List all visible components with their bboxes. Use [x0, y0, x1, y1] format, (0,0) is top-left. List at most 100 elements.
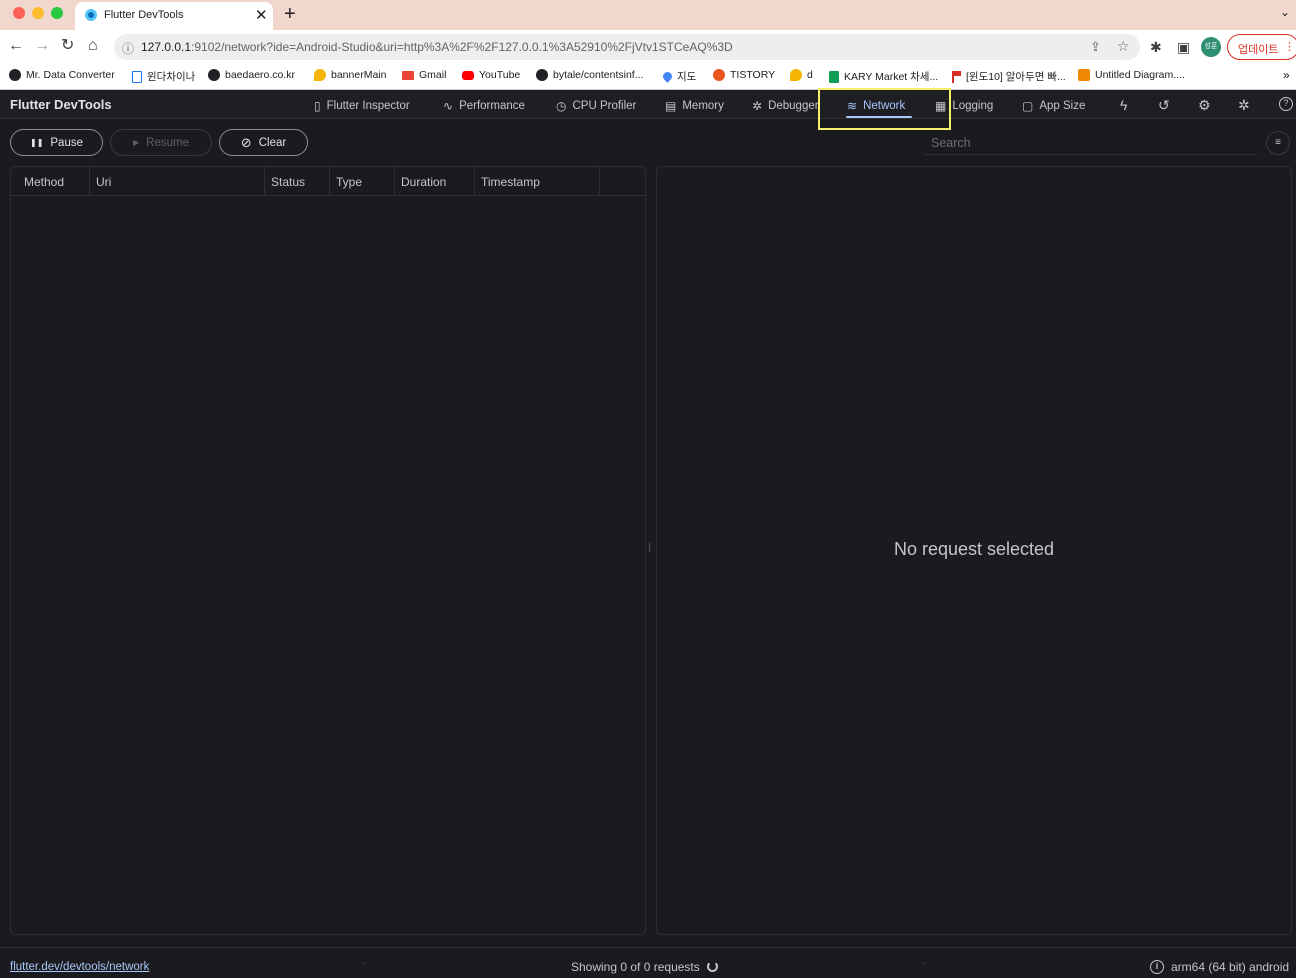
- tab-search-chevron-icon[interactable]: ⌄: [1280, 5, 1290, 19]
- help-icon[interactable]: ?: [1279, 97, 1293, 111]
- minimize-window-button[interactable]: [32, 7, 44, 19]
- hot-reload-icon[interactable]: ϟ: [1120, 97, 1127, 113]
- pause-icon: ❚❚: [29, 138, 44, 147]
- settings-icon[interactable]: ⚙: [1198, 97, 1211, 114]
- extensions-icon[interactable]: ✱: [1150, 39, 1162, 55]
- bookmarks-overflow-icon[interactable]: »: [1283, 68, 1290, 82]
- bug-report-icon[interactable]: ✲: [1238, 97, 1250, 114]
- globe-icon: [9, 69, 21, 81]
- bookmark-item[interactable]: Gmail: [402, 69, 446, 81]
- bookmark-item[interactable]: baedaero.co.kr: [208, 69, 295, 81]
- tab-app-size[interactable]: ▢ App Size: [1022, 99, 1085, 113]
- tab-performance[interactable]: ∿ Performance: [443, 99, 525, 113]
- resume-button[interactable]: ▶ Resume: [110, 129, 212, 156]
- diagram-icon: [1078, 69, 1090, 81]
- tab-debugger[interactable]: ✲ Debugger: [752, 99, 819, 113]
- bookmark-item[interactable]: Mr. Data Converter: [9, 69, 115, 81]
- loading-spinner-icon: [707, 961, 718, 972]
- bookmark-item[interactable]: [윈도10] 알아두면 빠...: [952, 69, 1066, 84]
- bookmark-item[interactable]: 윈다차이나: [132, 69, 195, 84]
- firebase-icon: [790, 69, 802, 81]
- tab-label: Performance: [459, 100, 525, 112]
- clear-button[interactable]: ⊘ Clear: [219, 129, 308, 156]
- column-header-duration[interactable]: Duration: [395, 167, 475, 196]
- bookmark-item[interactable]: bytale/contentsinf...: [536, 69, 643, 81]
- separator-dot: ·: [362, 958, 366, 969]
- split-pane-divider[interactable]: ||: [648, 542, 652, 553]
- pause-label: Pause: [50, 136, 83, 149]
- back-arrow-icon[interactable]: ←: [8, 38, 24, 54]
- requests-table: Method Uri Status Type Duration Timestam…: [10, 166, 646, 935]
- forward-arrow-icon[interactable]: →: [34, 38, 50, 54]
- tistory-icon: [713, 69, 725, 81]
- bookmark-item[interactable]: KARY Market 차세...: [829, 69, 938, 84]
- app-title: Flutter DevTools: [10, 97, 112, 112]
- clear-label: Clear: [258, 136, 287, 149]
- site-info-icon[interactable]: ⓘ: [122, 40, 134, 57]
- resume-label: Resume: [146, 136, 189, 149]
- timer-icon: ◷: [556, 99, 567, 113]
- tab-label: Flutter Inspector: [326, 100, 410, 112]
- file-size-icon: ▢: [1022, 99, 1034, 113]
- annotation-highlight-box: [818, 88, 951, 130]
- bookmark-item[interactable]: d: [790, 69, 813, 81]
- flag-icon: [952, 70, 961, 83]
- search-input[interactable]: [924, 131, 1258, 155]
- hot-restart-icon[interactable]: ↺: [1158, 97, 1170, 114]
- column-header-uri[interactable]: Uri: [90, 167, 265, 196]
- home-icon[interactable]: ⌂: [88, 38, 98, 54]
- tab-close-icon[interactable]: ✕: [255, 6, 268, 24]
- bookmark-label: bytale/contentsinf...: [553, 69, 644, 81]
- bookmark-label: d: [807, 69, 813, 81]
- tab-flutter-inspector[interactable]: ▯ Flutter Inspector: [314, 99, 410, 113]
- devtools-app: Flutter DevTools ▯ Flutter Inspector ∿ Per…: [0, 88, 1296, 978]
- phone-icon: ▯: [314, 99, 321, 113]
- flutter-favicon-icon: [85, 9, 97, 21]
- page-icon: [132, 70, 142, 83]
- bookmark-item[interactable]: bannerMain: [314, 69, 386, 81]
- bookmark-item[interactable]: YouTube: [462, 69, 520, 81]
- separator-dot: ·: [922, 958, 926, 969]
- browser-toolbar: ← → ↻ ⌂ ⓘ 127.0.0.1:9102/network?ide=And…: [0, 30, 1296, 64]
- bookmark-item[interactable]: 지도: [661, 69, 696, 84]
- browser-tab[interactable]: Flutter DevTools ✕: [75, 2, 273, 30]
- bookmark-label: YouTube: [479, 69, 521, 81]
- device-label: arm64 (64 bit) android: [1171, 960, 1290, 974]
- tab-memory[interactable]: ▤ Memory: [665, 99, 724, 113]
- memory-icon: ▤: [665, 99, 677, 113]
- side-panel-icon[interactable]: ▣: [1177, 39, 1190, 55]
- bookmark-label: 윈다차이나: [147, 71, 196, 83]
- bookmark-item[interactable]: Untitled Diagram....: [1078, 69, 1185, 81]
- column-header-type[interactable]: Type: [330, 167, 395, 196]
- reload-icon[interactable]: ↻: [61, 38, 74, 54]
- info-icon: i: [1150, 960, 1164, 974]
- device-info[interactable]: i arm64 (64 bit) android: [1150, 960, 1289, 974]
- pause-button[interactable]: ❚❚ Pause: [10, 129, 103, 156]
- docs-link[interactable]: flutter.dev/devtools/network: [10, 961, 149, 973]
- url-text[interactable]: 127.0.0.1:9102/network?ide=Android-Studi…: [141, 40, 733, 54]
- bookmarks-bar: Mr. Data Converter 윈다차이나 baedaero.co.kr …: [0, 64, 1296, 90]
- column-header-status[interactable]: Status: [265, 167, 330, 196]
- column-header-timestamp[interactable]: Timestamp: [475, 167, 600, 196]
- address-bar[interactable]: ⓘ 127.0.0.1:9102/network?ide=Android-Stu…: [114, 34, 1140, 60]
- close-window-button[interactable]: [13, 7, 25, 19]
- github-icon: [536, 69, 548, 81]
- share-icon[interactable]: ⇪: [1090, 39, 1101, 55]
- filter-button[interactable]: ≡: [1266, 131, 1290, 155]
- update-button[interactable]: 업데이트 ⋮: [1227, 34, 1296, 60]
- bookmark-label: Untitled Diagram....: [1095, 69, 1185, 81]
- tab-cpu-profiler[interactable]: ◷ CPU Profiler: [556, 99, 636, 113]
- filter-icon: ≡: [1275, 137, 1281, 148]
- column-header-method[interactable]: Method: [11, 167, 90, 196]
- new-tab-icon[interactable]: +: [284, 3, 296, 25]
- zoom-window-button[interactable]: [51, 7, 63, 19]
- bug-icon: ✲: [752, 99, 763, 113]
- tab-label: App Size: [1039, 100, 1086, 112]
- empty-state-message: No request selected: [893, 539, 1055, 559]
- table-header: Method Uri Status Type Duration Timestam…: [11, 167, 645, 196]
- tab-label: Logging: [952, 100, 994, 112]
- tab-label: Debugger: [768, 100, 819, 112]
- profile-avatar[interactable]: 성훈: [1201, 37, 1221, 57]
- bookmark-star-icon[interactable]: ☆: [1117, 38, 1130, 55]
- bookmark-item[interactable]: TISTORY: [713, 69, 775, 81]
